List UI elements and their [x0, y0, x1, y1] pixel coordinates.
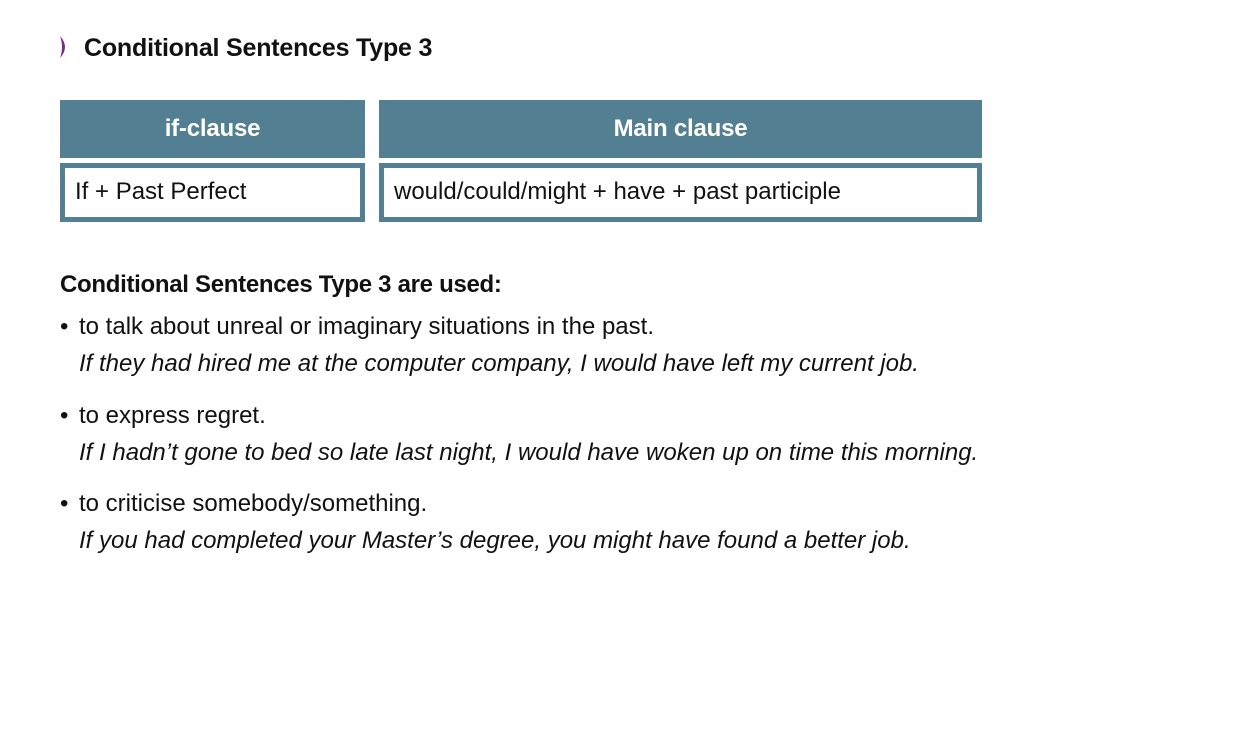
main-clause-column: Main clause would/could/might + have + p…	[379, 100, 982, 222]
use-example: If I hadn’t gone to bed so late last nig…	[79, 439, 979, 466]
use-text: to criticise somebody/something.	[79, 490, 428, 517]
bullet-icon: •	[60, 402, 69, 429]
use-item-criticise: • to criticise somebody/something. If yo…	[60, 489, 1210, 556]
use-example: If you had completed your Master’s degre…	[79, 527, 911, 554]
use-item-unreal-past: • to talk about unreal or imaginary situ…	[60, 312, 1210, 379]
if-clause-column: if-clause If + Past Perfect	[60, 100, 365, 222]
use-item-regret: • to express regret. If I hadn’t gone to…	[60, 401, 1210, 468]
if-clause-header: if-clause	[60, 100, 365, 158]
use-example: If they had hired me at the computer com…	[79, 350, 919, 377]
uses-heading: Conditional Sentences Type 3 are used:	[60, 271, 502, 298]
use-text: to express regret.	[79, 402, 266, 429]
bullet-icon: •	[60, 490, 69, 517]
bullet-icon: •	[60, 313, 69, 340]
main-clause-header: Main clause	[379, 100, 982, 158]
main-clause-cell: would/could/might + have + past particip…	[379, 163, 982, 222]
section-title: Conditional Sentences Type 3	[84, 34, 433, 62]
if-clause-cell: If + Past Perfect	[60, 163, 365, 222]
use-text: to talk about unreal or imaginary situat…	[79, 313, 654, 340]
section-marker-icon	[60, 36, 65, 58]
